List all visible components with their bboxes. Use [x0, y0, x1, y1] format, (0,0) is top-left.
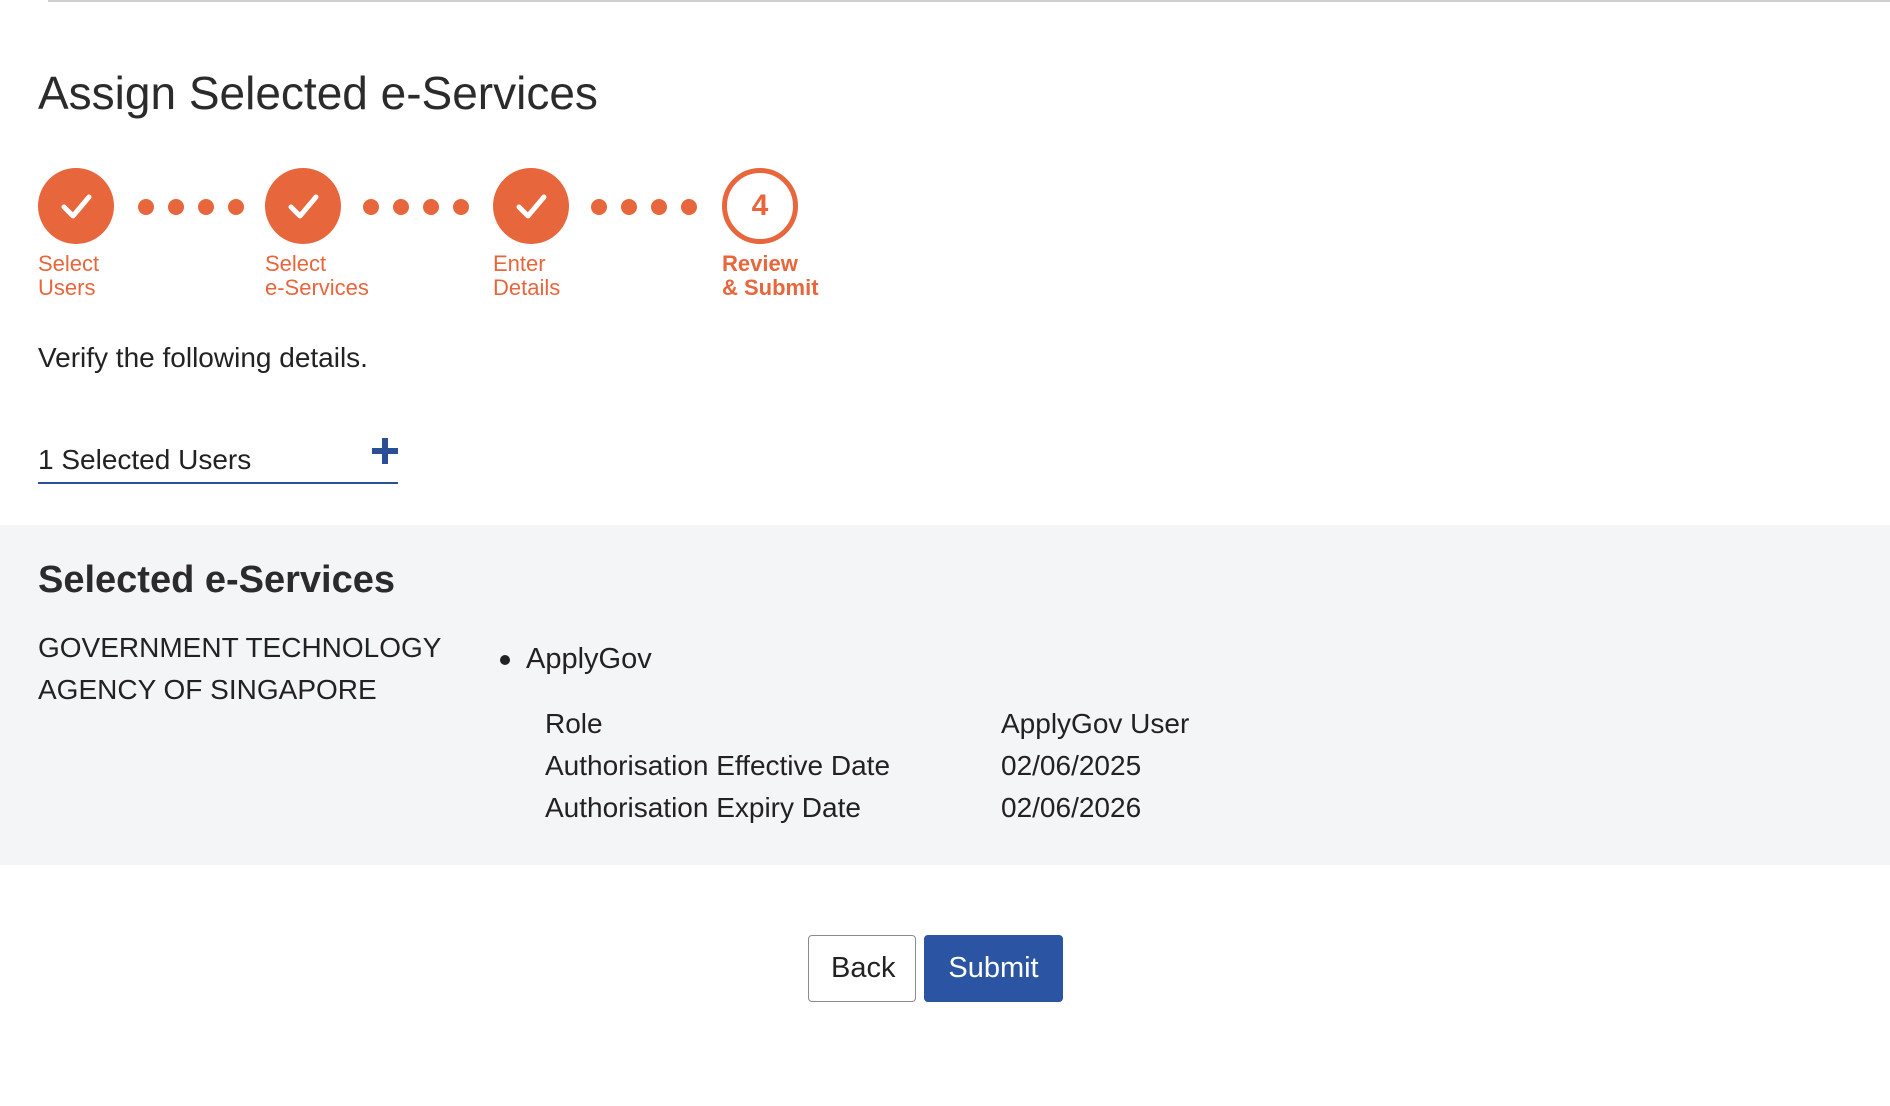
step-review-submit: 4 Review & Submit	[722, 168, 882, 300]
detail-value: 02/06/2026	[1001, 792, 1142, 823]
detail-value: ApplyGov User	[1001, 708, 1190, 739]
page-title: Assign Selected e-Services	[38, 67, 598, 119]
check-icon	[288, 194, 319, 219]
step-current-circle: 4	[722, 168, 798, 244]
check-icon	[516, 194, 547, 219]
detail-label: Authorisation Effective Date	[545, 750, 891, 781]
step-connector	[363, 199, 469, 215]
detail-row-role: Role ApplyGov User	[545, 703, 1189, 745]
step-complete-circle	[265, 168, 341, 244]
form-actions: Back Submit	[808, 935, 1063, 1002]
service-details: Role ApplyGov User Authorisation Effecti…	[545, 703, 1189, 829]
step-connector	[138, 199, 244, 215]
back-button[interactable]: Back	[808, 935, 916, 1002]
selected-users-count: 1 Selected Users	[38, 444, 252, 475]
instruction-text: Verify the following details.	[38, 342, 368, 373]
section-title: Selected e-Services	[38, 559, 396, 601]
step-complete-circle	[493, 168, 569, 244]
step-connector	[591, 199, 697, 215]
step-label: Select Users	[38, 251, 100, 300]
detail-row-effective-date: Authorisation Effective Date 02/06/2025	[545, 745, 1189, 787]
step-label: Select e-Services	[265, 251, 369, 300]
detail-value: 02/06/2025	[1001, 750, 1142, 781]
step-label: Review & Submit	[722, 251, 819, 300]
progress-stepper: Select Users Select e-Services Enter Det…	[38, 168, 898, 308]
step-enter-details: Enter Details	[493, 168, 653, 300]
step-select-users: Select Users	[38, 168, 198, 300]
submit-button[interactable]: Submit	[924, 935, 1063, 1002]
selected-e-services-panel: Selected e-Services GOVERNMENT TECHNOLOG…	[0, 525, 1890, 865]
selected-users-field[interactable]: 1 Selected Users	[38, 438, 398, 484]
step-select-e-services: Select e-Services	[265, 168, 425, 300]
agency-name: GOVERNMENT TECHNOLOGY AGENCY OF SINGAPOR…	[38, 632, 441, 705]
check-icon	[61, 194, 92, 219]
step-number: 4	[751, 189, 769, 222]
detail-label: Authorisation Expiry Date	[545, 792, 861, 823]
bullet-icon	[500, 654, 510, 665]
top-divider	[48, 0, 1890, 2]
plus-icon[interactable]	[372, 438, 398, 464]
detail-row-expiry-date: Authorisation Expiry Date 02/06/2026	[545, 787, 1189, 829]
service-item: ApplyGov	[500, 643, 652, 676]
service-name: ApplyGov	[526, 643, 652, 675]
step-complete-circle	[38, 168, 114, 244]
detail-label: Role	[545, 708, 603, 739]
step-label: Enter Details	[493, 251, 561, 300]
